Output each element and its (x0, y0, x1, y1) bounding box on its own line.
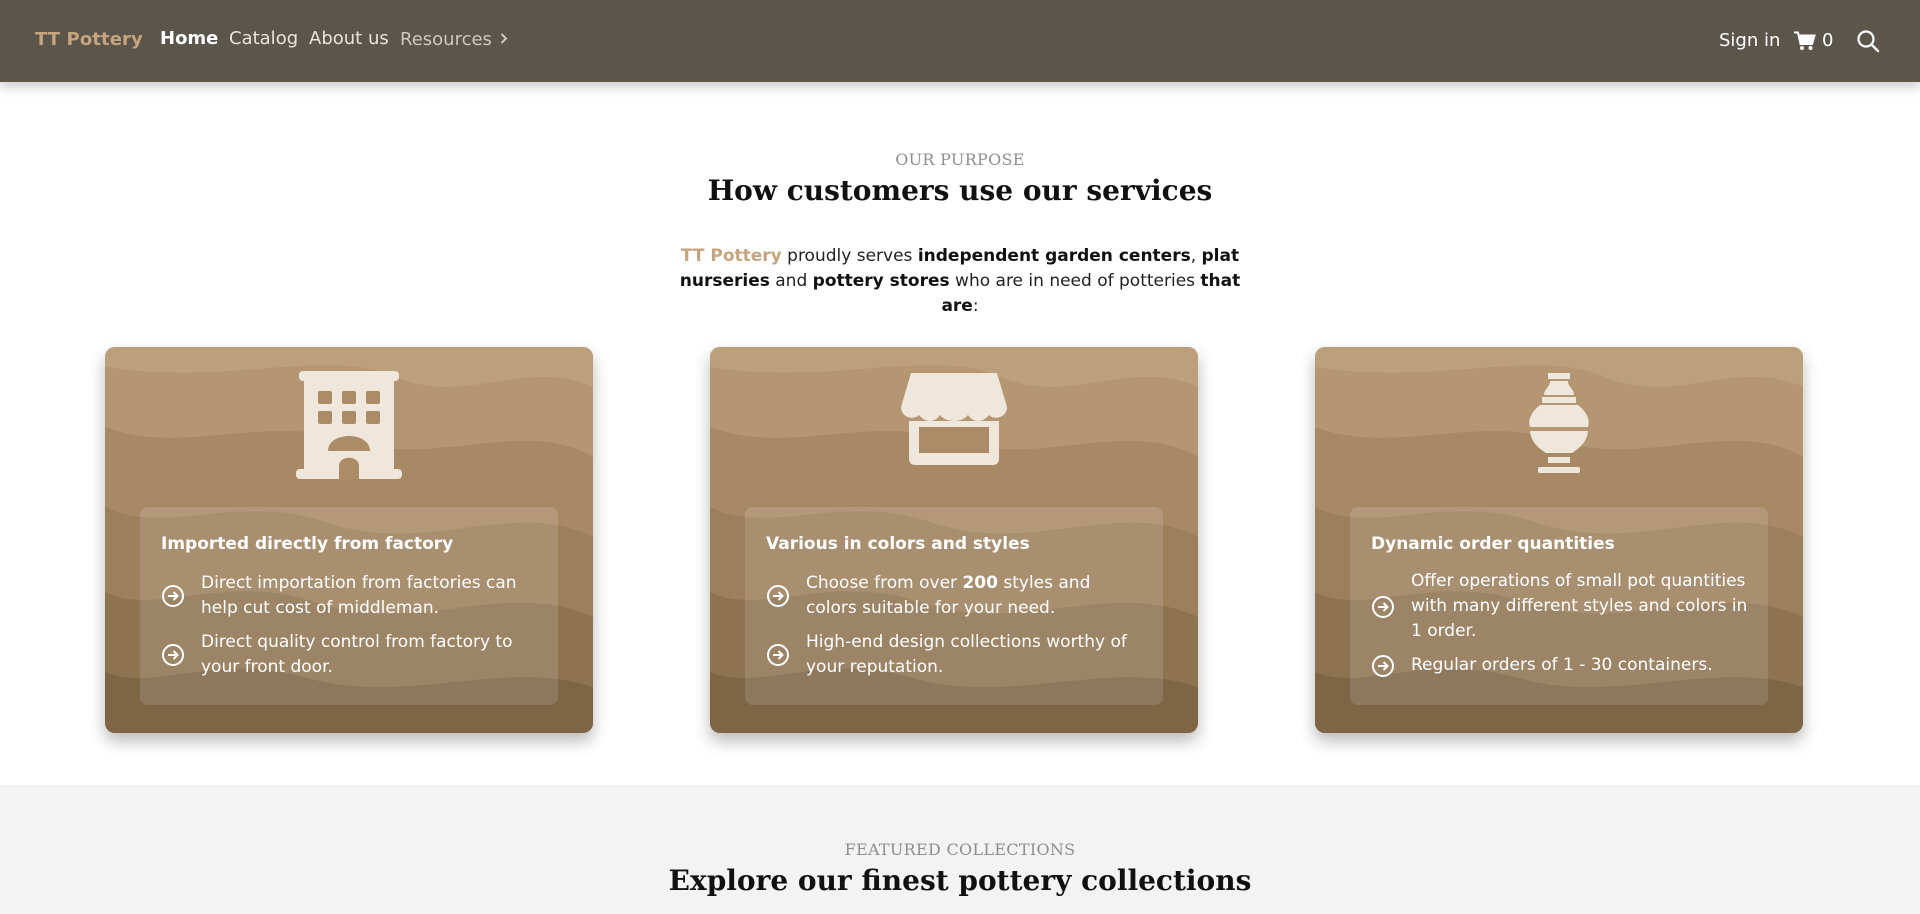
search-button[interactable] (1856, 29, 1880, 57)
card-panel: Various in colors and styles Choose from… (745, 507, 1163, 705)
intro-text: proudly serves (781, 246, 918, 266)
card-title: Dynamic order quantities (1371, 534, 1615, 554)
card-title: Various in colors and styles (766, 534, 1030, 554)
search-icon (1857, 30, 1880, 53)
list-item-text: Regular orders of 1 - 30 containers. (1411, 655, 1713, 675)
intro-text: : (972, 296, 979, 316)
arrow-circle-right-icon (1372, 595, 1394, 618)
intro-text: , (1190, 246, 1202, 266)
arrow-circle-right-icon (162, 585, 184, 607)
list-item-text-bold: 200 (962, 573, 998, 593)
arrow-circle-right-icon (162, 644, 184, 666)
featured-eyebrow: FEATURED COLLECTIONS (844, 840, 1076, 859)
nav-link-resources[interactable]: Resources (400, 28, 508, 50)
card-feature-list: Offer operations of small pot quantities… (1371, 569, 1751, 687)
card-panel: Imported directly from factory Direct im… (140, 507, 558, 705)
nav-link-home[interactable]: Home (160, 28, 218, 49)
list-item-text: Offer operations of small pot quantities… (1411, 571, 1748, 641)
list-item-text: High-end design collections worthy of yo… (806, 632, 1127, 677)
list-item: High-end design collections worthy of yo… (766, 630, 1146, 680)
list-item: Offer operations of small pot quantities… (1371, 569, 1751, 644)
service-card-quantities: Dynamic order quantities Offer operation… (1315, 347, 1803, 733)
brand-logo-link[interactable]: TT Pottery (35, 29, 143, 50)
cart-icon (1794, 31, 1816, 50)
list-item-text: Direct quality control from factory to y… (201, 632, 513, 677)
list-item: Choose from over 200 styles and colors s… (766, 571, 1146, 621)
building-icon (105, 371, 593, 481)
service-card-factory: Imported directly from factory Direct im… (105, 347, 593, 733)
nav-link-catalog[interactable]: Catalog (229, 28, 298, 49)
list-item: Regular orders of 1 - 30 containers. (1371, 653, 1751, 678)
purpose-intro: TT Pottery proudly serves independent ga… (660, 244, 1260, 319)
cart-count: 0 (1822, 30, 1834, 51)
nav-resources-label: Resources (400, 29, 492, 50)
card-title: Imported directly from factory (161, 534, 454, 554)
arrow-circle-right-icon (767, 644, 789, 666)
intro-brand: TT Pottery (680, 246, 782, 266)
arrow-circle-right-icon (1372, 654, 1394, 677)
card-panel: Dynamic order quantities Offer operation… (1350, 507, 1768, 705)
card-feature-list: Choose from over 200 styles and colors s… (766, 571, 1146, 689)
list-item: Direct quality control from factory to y… (161, 630, 541, 680)
purpose-title: How customers use our services (707, 174, 1213, 207)
intro-text: who are in need of potteries (949, 271, 1201, 291)
top-navbar: TT Pottery Home Catalog About us Resourc… (0, 0, 1920, 82)
list-item: Direct importation from factories can he… (161, 571, 541, 621)
list-item-text: Choose from over 200 styles and colors s… (806, 571, 1146, 621)
featured-title: Explore our finest pottery collections (668, 864, 1252, 897)
list-item-text: Direct importation from factories can he… (201, 573, 517, 618)
intro-text: and (769, 271, 813, 291)
sign-in-link[interactable]: Sign in (1719, 30, 1780, 51)
nav-link-about[interactable]: About us (309, 28, 389, 49)
vase-icon (1315, 371, 1803, 475)
arrow-circle-right-icon (767, 585, 789, 607)
card-feature-list: Direct importation from factories can he… (161, 571, 541, 689)
cart-button[interactable]: 0 (1794, 30, 1833, 51)
purpose-eyebrow: OUR PURPOSE (895, 150, 1025, 169)
storefront-icon (710, 371, 1198, 471)
service-card-styles: Various in colors and styles Choose from… (710, 347, 1198, 733)
intro-bold: pottery stores (812, 271, 950, 291)
list-item-text-pre: Choose from over (806, 573, 963, 593)
intro-bold: independent garden centers (917, 246, 1191, 266)
chevron-right-icon (500, 28, 508, 49)
